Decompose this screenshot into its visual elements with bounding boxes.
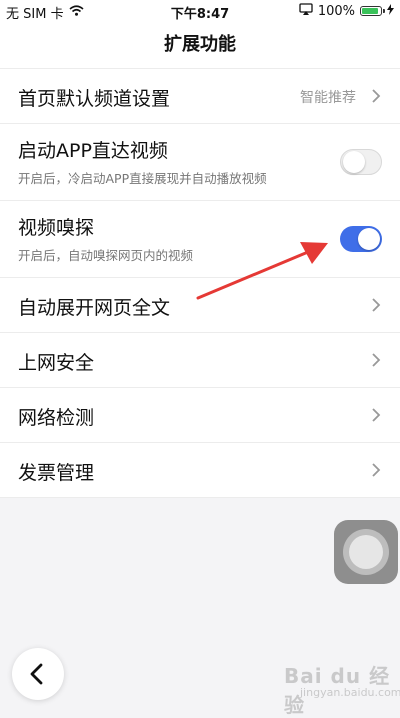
- chevron-right-icon: [372, 89, 381, 103]
- app-direct-video-label: 启动APP直达视频: [18, 140, 168, 162]
- app-direct-video-toggle[interactable]: [340, 149, 382, 175]
- status-bar: 无 SIM 卡 下午8:47 100%: [0, 0, 400, 22]
- invoice-setting[interactable]: 发票管理: [0, 443, 400, 498]
- charging-icon: [387, 3, 394, 19]
- video-sniff-description: 开启后，自动嗅探网页内的视频: [18, 248, 194, 263]
- network-check-label: 网络检测: [18, 407, 95, 429]
- page-title: 扩展功能: [0, 22, 400, 68]
- battery-percent: 100%: [317, 3, 355, 19]
- home-channel-value: 智能推荐: [300, 90, 356, 106]
- chevron-right-icon: [372, 353, 381, 367]
- network-check-setting[interactable]: 网络检测: [0, 388, 400, 443]
- chevron-left-icon: [30, 663, 43, 685]
- battery-icon: [360, 6, 385, 16]
- watermark-url: jingyan.baidu.com: [300, 686, 400, 699]
- chevron-right-icon: [372, 463, 381, 477]
- app-direct-video-setting: 启动APP直达视频 开启后，冷启动APP直接展现并自动播放视频: [0, 124, 400, 201]
- screen-mirror-icon: [299, 3, 313, 19]
- auto-expand-label: 自动展开网页全文: [18, 297, 171, 319]
- video-sniff-toggle[interactable]: [340, 226, 382, 252]
- chevron-right-icon: [372, 298, 381, 312]
- assistive-touch-button[interactable]: [334, 520, 398, 584]
- video-sniff-label: 视频嗅探: [18, 217, 95, 239]
- red-annotation-arrow: [196, 242, 328, 300]
- app-direct-video-description: 开启后，冷启动APP直接展现并自动播放视频: [18, 171, 267, 186]
- toggle-knob: [343, 151, 365, 173]
- invoice-label: 发票管理: [18, 462, 95, 484]
- home-channel-label: 首页默认频道设置: [18, 88, 171, 110]
- web-security-label: 上网安全: [18, 352, 95, 374]
- toggle-knob: [358, 228, 380, 250]
- web-security-setting[interactable]: 上网安全: [0, 333, 400, 388]
- chevron-right-icon: [372, 408, 381, 422]
- home-channel-setting[interactable]: 首页默认频道设置 智能推荐: [0, 69, 400, 124]
- back-button[interactable]: [12, 648, 64, 700]
